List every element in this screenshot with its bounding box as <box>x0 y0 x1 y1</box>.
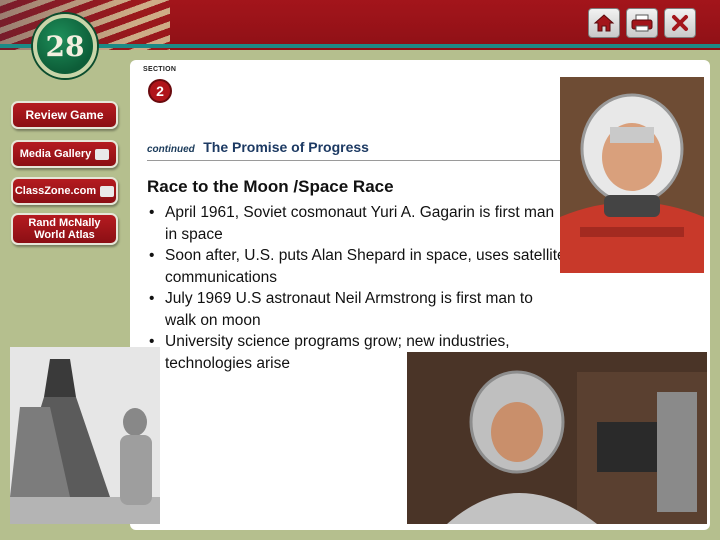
home-button[interactable] <box>588 8 620 38</box>
world-atlas-button[interactable]: Rand McNally World Atlas <box>11 213 118 245</box>
nav-icons <box>588 8 696 38</box>
page-subtitle: The Promise of Progress <box>203 139 369 155</box>
page-title: Race to the Moon /Space Race <box>147 177 394 196</box>
printer-icon <box>631 14 653 32</box>
section-subtitle: continued The Promise of Progress <box>147 139 369 157</box>
banner-stripe <box>0 44 720 48</box>
bullet-list: April 1961, Soviet cosmonaut Yuri A. Gag… <box>147 202 567 374</box>
section-number-badge: 2 <box>148 79 172 103</box>
camera-icon <box>95 148 110 160</box>
section-number: 2 <box>156 83 164 99</box>
bullet-item: April 1961, Soviet cosmonaut Yuri A. Gag… <box>147 202 567 245</box>
classzone-label: ClassZone.com <box>14 185 97 197</box>
computer-icon <box>100 185 115 197</box>
classzone-button[interactable]: ClassZone.com <box>11 177 118 205</box>
section-label: SECTION <box>143 66 177 73</box>
home-icon <box>593 14 615 32</box>
review-game-label: Review Game <box>25 108 104 122</box>
review-game-button[interactable]: Review Game <box>11 101 118 129</box>
bullet-item: July 1969 U.S astronaut Neil Armstrong i… <box>147 288 567 331</box>
astronaut-capsule-photo <box>10 347 160 524</box>
continued-label: continued <box>147 144 195 155</box>
chapter-number: 28 <box>45 29 85 63</box>
close-icon <box>672 15 688 31</box>
chapter-badge: 28 <box>33 14 97 78</box>
shepard-photo <box>407 352 707 524</box>
bullet-item: Soon after, U.S. puts Alan Shepard in sp… <box>147 245 567 288</box>
world-atlas-label-line1: Rand McNally <box>28 217 101 229</box>
print-button[interactable] <box>626 8 658 38</box>
world-atlas-label-line2: World Atlas <box>34 229 95 241</box>
subtitle-divider <box>147 160 562 161</box>
media-gallery-button[interactable]: Media Gallery <box>11 140 118 168</box>
media-gallery-label: Media Gallery <box>19 148 92 160</box>
close-button[interactable] <box>664 8 696 38</box>
gagarin-photo <box>560 77 704 273</box>
